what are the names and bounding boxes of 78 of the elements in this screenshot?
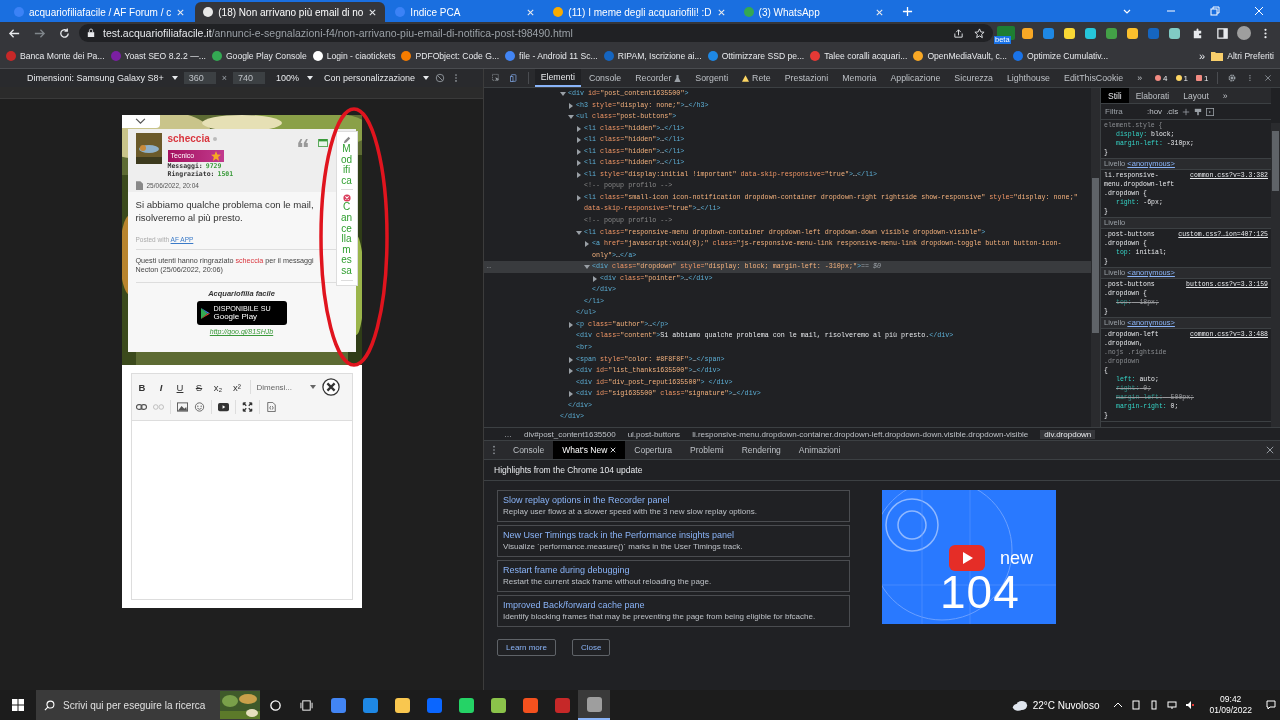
browser-tab[interactable]: Indice PCA: [387, 2, 544, 22]
devtools-tab[interactable]: Recorder: [629, 69, 688, 87]
browser-tab[interactable]: (18) Non arrivano più email di no: [195, 2, 386, 22]
format-button[interactable]: I: [154, 381, 168, 393]
bookmark[interactable]: file - Android 11 Sc...: [505, 51, 598, 61]
breadcrumb[interactable]: li.responsive-menu.dropdown-container.dropdown-left.dropdown-down.visible.dropdown-visible: [692, 429, 1029, 439]
format-button[interactable]: U: [173, 381, 187, 393]
breadcrumb[interactable]: ul.post-buttons: [627, 429, 681, 439]
drawer-tab[interactable]: Animazioni: [789, 441, 850, 459]
issue-counter[interactable]: 1: [1193, 73, 1212, 83]
devtools-tab[interactable]: Memoria: [836, 69, 883, 87]
version-number: 104: [940, 568, 1020, 616]
more-bookmarks-button[interactable]: »: [1199, 50, 1206, 62]
breadcrumb[interactable]: div.dropdown: [1040, 429, 1096, 439]
devtools-tab[interactable]: Applicazione: [884, 69, 947, 87]
drawer-button[interactable]: Learn more: [497, 639, 556, 656]
format-button[interactable]: x²: [230, 381, 244, 393]
filter-field[interactable]: Filtra: [1105, 107, 1143, 116]
bookmark[interactable]: Google Play Console: [211, 51, 307, 61]
bookmark[interactable]: Yoast SEO 8.2.2 —...: [110, 51, 206, 61]
bookmark[interactable]: OpenMediaVault, c...: [913, 51, 1007, 61]
breadcrumb[interactable]: div#post_content1635500: [524, 429, 616, 439]
feature-card[interactable]: New User Timings track in the Performance insights panel Visualize `performance.measure()` marks in the User Timings track.: [497, 525, 850, 557]
drawer-tab[interactable]: Console: [504, 441, 554, 459]
feature-card[interactable]: Improved Back/forward cache pane Identify blocking frames that may be preventing the page from being eligible for bfcache.: [497, 595, 850, 627]
bookmark[interactable]: Optimize Cumulativ...: [1013, 51, 1109, 61]
styles-tab[interactable]: Elaborati: [1128, 88, 1177, 103]
devtools-tab[interactable]: EditThisCookie: [1058, 69, 1130, 87]
times-sign: ×: [221, 73, 227, 83]
bookmark[interactable]: Talee coralli acquari...: [810, 51, 908, 61]
devtools-tab[interactable]: Rete: [736, 69, 777, 87]
hover-state-button[interactable]: :hov: [1147, 107, 1163, 116]
more-tabs-button[interactable]: »: [1215, 88, 1235, 103]
devtools-tab[interactable]: Elementi: [534, 69, 581, 87]
class-button[interactable]: .cls: [1166, 107, 1179, 116]
issue-counter[interactable]: 1: [1172, 73, 1191, 83]
zoom-select[interactable]: 100%: [276, 73, 300, 83]
format-button[interactable]: x₂: [211, 381, 225, 393]
width-field[interactable]: 360: [183, 72, 216, 84]
issue-counter[interactable]: 4: [1152, 73, 1171, 83]
drawer-tab[interactable]: What's New: [553, 441, 626, 459]
bookmark[interactable]: Login - ciaotickets: [312, 51, 396, 61]
drawer-button[interactable]: Close: [571, 639, 611, 656]
devtools-tab[interactable]: Sicurezza: [948, 69, 999, 87]
devtools-tab[interactable]: Console: [582, 69, 628, 87]
bookmark-folder[interactable]: Altri Preferiti: [1211, 51, 1274, 61]
search-field[interactable]: Scrivi qui per eseguire la ricerca: [36, 690, 260, 720]
devtools-tab[interactable]: Lighthouse: [1000, 69, 1056, 87]
devtools-tab[interactable]: Sorgenti: [689, 69, 735, 87]
drawer-heading: Highlights from the Chrome 104 update: [484, 460, 1280, 481]
bookmark[interactable]: Banca Monte dei Pa...: [6, 51, 105, 61]
size-select[interactable]: Dimensi...: [256, 382, 307, 392]
height-field[interactable]: 740: [233, 72, 265, 84]
styles-tab[interactable]: Stili: [1101, 88, 1129, 103]
address-field[interactable]: test.acquariofiliafacile.it/annunci-e-segnalazioni-f4/non-arrivano-piu-email-di-notifica-post-t98490.html: [79, 24, 993, 42]
more-tabs-button[interactable]: »: [1131, 69, 1149, 87]
breadcrumb-more[interactable]: …: [504, 429, 512, 439]
drawer-tab[interactable]: Copertura: [625, 441, 682, 459]
format-button[interactable]: S: [192, 381, 206, 393]
drawer-tab[interactable]: Rendering: [732, 441, 790, 459]
weather-text[interactable]: 22°C Nuvoloso: [1032, 699, 1100, 711]
format-button[interactable]: B: [135, 381, 149, 393]
browser-tab[interactable]: (11) I meme degli acquariofili! :D: [545, 2, 734, 22]
feature-card[interactable]: Slow replay options in the Recorder panel Replay user flows at a slower speed with the 3 new slow replay options.: [497, 490, 850, 522]
clock-time[interactable]: 09:42: [1220, 694, 1242, 705]
promo-word: new: [1000, 548, 1034, 568]
devtools-tab[interactable]: Prestazioni: [778, 69, 835, 87]
feature-card[interactable]: Restart frame during debugging Restart the current stack frame without reloading the page.: [497, 560, 850, 592]
throttle-select[interactable]: Con personalizzazione: [324, 73, 416, 83]
styles-tab[interactable]: Layout: [1176, 88, 1216, 103]
bookmark[interactable]: RIPAM, Iscrizione ai...: [603, 51, 702, 61]
device-select[interactable]: Dimensioni: Samsung Galaxy S8+: [26, 73, 164, 83]
browser-tab[interactable]: acquariofiliafacile / AF Forum / c: [6, 2, 194, 22]
bookmark[interactable]: PDFObject: Code G...: [401, 51, 500, 61]
clock-date[interactable]: 01/09/2022: [1209, 705, 1252, 716]
browser-tab[interactable]: (3) WhatsApp: [735, 2, 892, 22]
bookmark[interactable]: Ottimizzare SSD pe...: [707, 51, 805, 61]
drawer-tab[interactable]: Problemi: [681, 441, 733, 459]
